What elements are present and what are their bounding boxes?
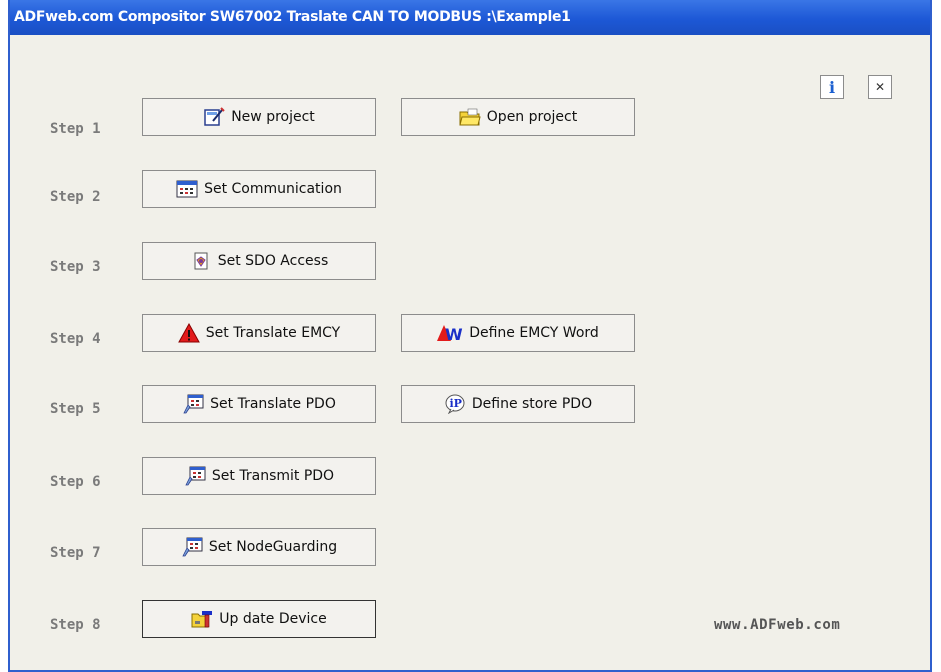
pdo-table-icon (182, 537, 203, 557)
define-emcy-word-button[interactable]: W Define EMCY Word (401, 314, 635, 352)
new-project-label: New project (231, 109, 315, 125)
pdo-table-icon (183, 394, 204, 414)
step-7-label: Step 7 (50, 545, 101, 561)
window-title: ADFweb.com Compositor SW67002 Traslate C… (14, 9, 571, 25)
sdo-access-icon (194, 252, 208, 270)
set-transmit-pdo-button[interactable]: Set Transmit PDO (142, 457, 376, 495)
svg-text:W: W (445, 325, 463, 343)
step-6-label: Step 6 (50, 474, 101, 490)
set-transmit-pdo-label: Set Transmit PDO (211, 468, 335, 484)
close-icon: ✕ (874, 80, 886, 94)
set-communication-label: Set Communication (204, 181, 342, 197)
step-8-label: Step 8 (50, 617, 101, 633)
step-4-label: Step 4 (50, 331, 101, 347)
close-button[interactable]: ✕ (868, 75, 892, 99)
define-store-pdo-label: Define store PDO (471, 396, 593, 412)
update-device-icon (191, 611, 213, 628)
svg-text:iP: iP (449, 397, 461, 410)
step-2-label: Step 2 (50, 189, 101, 205)
info-icon: i (828, 77, 836, 97)
warning-word-icon: W (437, 325, 463, 343)
open-folder-icon (459, 108, 481, 126)
set-nodeguarding-button[interactable]: Set NodeGuarding (142, 528, 376, 566)
update-device-button[interactable]: Up date Device (142, 600, 376, 638)
new-project-button[interactable]: New project (142, 98, 376, 136)
step-1-label: Step 1 (50, 121, 101, 137)
open-project-label: Open project (486, 109, 578, 125)
main-window: ADFweb.com Compositor SW67002 Traslate C… (8, 0, 932, 672)
info-button[interactable]: i (820, 75, 844, 99)
warning-icon (177, 323, 200, 343)
define-emcy-word-label: Define EMCY Word (469, 325, 599, 341)
set-translate-emcy-label: Set Translate EMCY (205, 325, 341, 341)
new-document-icon (204, 107, 225, 126)
define-store-pdo-button[interactable]: iP Define store PDO (401, 385, 635, 423)
step-5-label: Step 5 (50, 401, 101, 417)
set-translate-pdo-label: Set Translate PDO (210, 396, 336, 412)
open-project-button[interactable]: Open project (401, 98, 635, 136)
info-bubble-icon: iP (445, 394, 465, 414)
set-nodeguarding-label: Set NodeGuarding (208, 539, 338, 555)
communication-window-icon (176, 180, 198, 198)
website-link[interactable]: www.ADFweb.com (714, 617, 840, 633)
pdo-table-icon (185, 466, 206, 486)
set-communication-button[interactable]: Set Communication (142, 170, 376, 208)
set-sdo-access-button[interactable]: Set SDO Access (142, 242, 376, 280)
title-bar[interactable]: ADFweb.com Compositor SW67002 Traslate C… (10, 0, 930, 35)
set-translate-pdo-button[interactable]: Set Translate PDO (142, 385, 376, 423)
set-translate-emcy-button[interactable]: Set Translate EMCY (142, 314, 376, 352)
set-sdo-access-label: Set SDO Access (217, 253, 329, 269)
step-3-label: Step 3 (50, 259, 101, 275)
update-device-label: Up date Device (219, 611, 327, 627)
